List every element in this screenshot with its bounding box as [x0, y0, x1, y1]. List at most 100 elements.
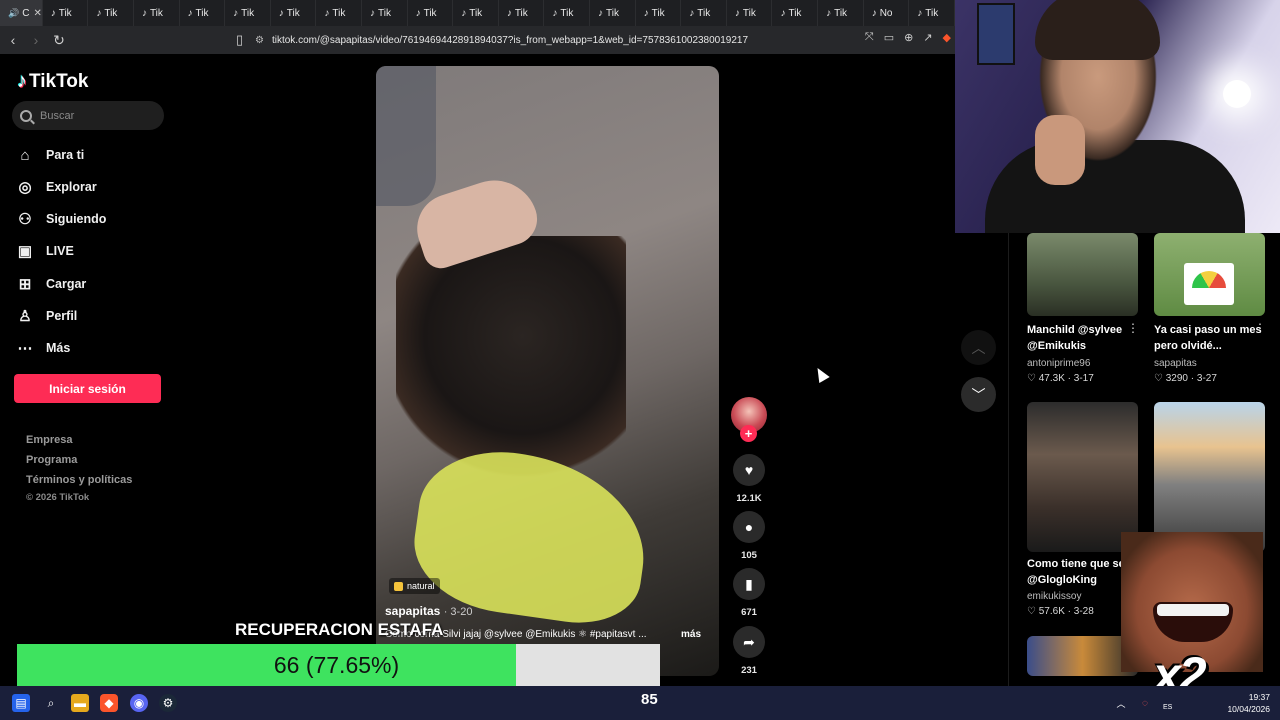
- like-button[interactable]: ♥: [733, 454, 765, 486]
- login-button[interactable]: Iniciar sesión: [14, 374, 161, 403]
- share-count: 231: [741, 665, 757, 676]
- close-icon[interactable]: ✕: [33, 8, 41, 19]
- tab-active[interactable]: 🔊 C ✕: [0, 0, 43, 26]
- video-player[interactable]: natural sapapitas · 3-20 Como corria Sil…: [376, 66, 719, 676]
- sidebar-item-label: Cargar: [46, 277, 87, 291]
- browser-tab[interactable]: ♪ Tik: [134, 0, 180, 26]
- browser-tab[interactable]: ♪ Tik: [43, 0, 89, 26]
- browser-tab[interactable]: ♪ Tik: [362, 0, 408, 26]
- browser-tab[interactable]: ♪ Tik: [316, 0, 362, 26]
- share-icon[interactable]: ↗: [923, 31, 932, 44]
- video-tag[interactable]: natural: [389, 578, 440, 594]
- heart-icon: ♥: [744, 462, 754, 478]
- kebab-menu-icon[interactable]: ⋮: [1127, 321, 1139, 335]
- brave-shield-icon[interactable]: ◆: [943, 31, 951, 44]
- url-text: tiktok.com/@sapapitas/video/761946944289…: [271, 34, 749, 46]
- sidebar-item-explorar[interactable]: ◎ Explorar: [16, 177, 96, 197]
- tiktok-logo[interactable]: ♪ TikTok: [17, 70, 88, 93]
- related-thumbnail[interactable]: [1154, 233, 1265, 316]
- tiktok-favicon-icon: ♪: [233, 7, 239, 19]
- footer-link-terminos[interactable]: Términos y políticas: [26, 474, 132, 486]
- browser-tab[interactable]: ♪ Tik: [271, 0, 317, 26]
- share-button[interactable]: ➦: [733, 626, 765, 658]
- footer-link-empresa[interactable]: Empresa: [26, 434, 72, 446]
- browser-tab[interactable]: ♪ Tik: [590, 0, 636, 26]
- discord-icon[interactable]: ◉: [130, 694, 148, 712]
- related-author[interactable]: sapapitas: [1154, 358, 1197, 369]
- like-count: 12.1K: [736, 493, 762, 504]
- browser-tab[interactable]: ♪ Tik: [88, 0, 134, 26]
- next-video-button[interactable]: ﹀: [961, 377, 996, 412]
- sidebar-item-cargar[interactable]: ⊞ Cargar: [16, 274, 87, 294]
- browser-tab[interactable]: ♪ Tik: [544, 0, 591, 26]
- site-info-icon[interactable]: ⚙: [255, 35, 264, 46]
- follow-plus-icon[interactable]: +: [740, 425, 757, 442]
- browser-tab[interactable]: ♪ Tik: [453, 0, 499, 26]
- related-date: 3-27: [1196, 373, 1217, 384]
- bookmark-icon[interactable]: ▯: [236, 32, 243, 48]
- related-title[interactable]: Ya casi paso un mes pero olvidé...: [1154, 322, 1266, 354]
- forward-icon[interactable]: ›: [26, 30, 46, 50]
- browser-tab[interactable]: ♪ Tik: [225, 0, 271, 26]
- save-button[interactable]: ▮: [733, 568, 765, 600]
- kebab-menu-icon[interactable]: ⋮: [1254, 321, 1266, 335]
- related-author[interactable]: emikukissoy: [1027, 591, 1081, 602]
- chevron-down-icon: ﹀: [971, 386, 986, 403]
- clock-time: 19:37: [1248, 692, 1270, 702]
- tab-label: Tik: [651, 7, 665, 19]
- related-title[interactable]: Manchild @sylvee @Emikukis: [1027, 322, 1139, 354]
- tiktok-favicon-icon: ♪: [871, 7, 877, 19]
- browser-tab[interactable]: ♪ Tik: [818, 0, 864, 26]
- clock[interactable]: 19:37 10/04/2026: [1227, 691, 1270, 715]
- sidebar-item-para-ti[interactable]: ⌂ Para ti: [16, 145, 84, 165]
- url-field[interactable]: ⚙ tiktok.com/@sapapitas/video/7619469442…: [255, 30, 835, 50]
- zoom-icon[interactable]: ⊕: [904, 31, 913, 44]
- comment-button[interactable]: ●: [733, 511, 765, 543]
- heart-outline-icon: ♡: [1027, 606, 1036, 617]
- steam-icon[interactable]: ⚙: [159, 694, 177, 712]
- previous-video-button[interactable]: ︿: [961, 330, 996, 365]
- video-author[interactable]: sapapitas · 3-20: [385, 604, 472, 618]
- related-thumbnail[interactable]: [1027, 233, 1138, 316]
- tiktok-favicon-icon: ♪: [689, 7, 695, 19]
- related-author[interactable]: antoniprime96: [1027, 358, 1090, 369]
- gauge-graphic: [1184, 263, 1234, 305]
- browser-tab[interactable]: ♪ Tik: [636, 0, 682, 26]
- browser-tab[interactable]: ♪ Tik: [180, 0, 226, 26]
- sidebar-item-mas[interactable]: ⋯ Más: [16, 338, 71, 358]
- language-indicator[interactable]: ES: [1163, 704, 1172, 711]
- tiktok-favicon-icon: ♪: [278, 7, 284, 19]
- streamer-hair: [1035, 0, 1160, 60]
- browser-tab[interactable]: ♪ Tik: [681, 0, 727, 26]
- browser-tab[interactable]: ♪ Tik: [499, 0, 545, 26]
- chevron-up-icon[interactable]: ︿: [1112, 694, 1130, 712]
- tiktok-favicon-icon: ♪: [506, 7, 512, 19]
- reload-icon[interactable]: ↻: [49, 30, 69, 50]
- caption-more-link[interactable]: más: [681, 629, 701, 640]
- sidebar-item-perfil[interactable]: ♙ Perfil: [16, 306, 77, 326]
- tab-label: Tik: [560, 7, 574, 19]
- related-thumbnail[interactable]: [1154, 402, 1265, 552]
- back-icon[interactable]: ‹: [3, 30, 23, 50]
- browser-tab[interactable]: ♪ Tik: [727, 0, 773, 26]
- sidebar-item-live[interactable]: ▣ LIVE: [16, 241, 74, 261]
- search-input[interactable]: Buscar: [12, 101, 164, 130]
- footer-link-programa[interactable]: Programa: [26, 454, 77, 466]
- browser-tab[interactable]: ♪ No: [864, 0, 910, 26]
- related-thumbnail[interactable]: [1027, 402, 1138, 552]
- browser-tab[interactable]: ♪ Tik: [408, 0, 454, 26]
- cast-icon[interactable]: ▭: [884, 31, 894, 44]
- tab-label: Tik: [286, 7, 300, 19]
- browser-tab[interactable]: ♪ Tik: [772, 0, 819, 26]
- network-icon[interactable]: ◌: [1136, 694, 1154, 712]
- sidebar-item-siguiendo[interactable]: ⚇ Siguiendo: [16, 209, 106, 229]
- sidebar-item-label: Siguiendo: [46, 212, 107, 226]
- browser-tab[interactable]: ♪ Tik: [909, 0, 955, 26]
- brave-browser-icon[interactable]: ◆: [100, 694, 118, 712]
- translate-icon[interactable]: ⤧: [865, 31, 874, 44]
- search-icon[interactable]: ⌕: [42, 694, 60, 712]
- file-explorer-icon[interactable]: ▬: [71, 694, 89, 712]
- tiktok-note-icon: ♪: [17, 70, 27, 92]
- widgets-icon[interactable]: ▤: [12, 694, 30, 712]
- tiktok-favicon-icon: ♪: [50, 7, 56, 19]
